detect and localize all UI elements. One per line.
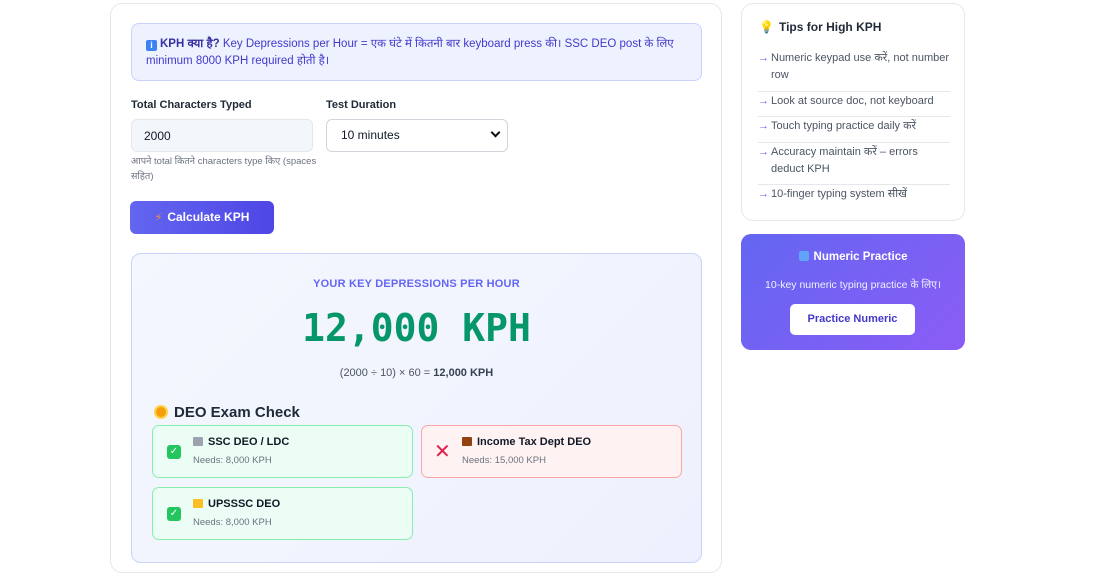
bank-icon [193, 437, 203, 446]
info-box: i KPH क्या है? Key Depressions per Hour =… [131, 23, 702, 81]
duration-label: Test Duration [326, 99, 397, 111]
exam-needs: Needs: 8,000 KPH [193, 517, 272, 528]
tip-item: → Numeric keypad use करें, not number row [758, 50, 950, 84]
check-icon: ✓ [167, 507, 181, 521]
promo-subtitle: 10-key numeric typing practice के लिए। [765, 279, 941, 291]
formula-result: 12,000 KPH [433, 367, 494, 379]
arrow-right-icon: → [758, 146, 769, 158]
tips-card: 💡 Tips for High KPH → Numeric keypad use क… [741, 3, 965, 221]
tip-text: Look at source doc, not keyboard [771, 95, 934, 107]
info-icon: i [146, 40, 157, 51]
exam-name: Income Tax Dept DEO [462, 436, 591, 448]
arrow-right-icon: → [758, 95, 769, 107]
formula-expression: (2000 ÷ 10) × 60 = [339, 367, 434, 379]
lightbulb-icon: 💡 [759, 20, 774, 34]
tip-item: → Accuracy maintain करें – errors deduct … [758, 144, 950, 178]
exam-needs: Needs: 8,000 KPH [193, 455, 272, 466]
exam-name-text: SSC DEO / LDC [208, 436, 290, 448]
promo-title: Numeric Practice [741, 251, 965, 263]
calculate-button[interactable]: ⚡ Calculate KPH [130, 201, 274, 234]
calculate-label: Calculate KPH [167, 210, 250, 224]
chevron-down-icon [490, 127, 501, 138]
exam-card-ssc: ✓ SSC DEO / LDC Needs: 8,000 KPH [152, 425, 413, 478]
lightning-icon: ⚡ [154, 212, 163, 224]
divider [758, 142, 950, 143]
exam-check-title: DEO Exam Check [154, 404, 300, 421]
chars-input[interactable] [131, 119, 313, 152]
exam-name-text: UPSSSC DEO [208, 498, 281, 510]
medal-icon [154, 405, 168, 419]
arrow-right-icon: → [758, 52, 769, 64]
check-icon: ✓ [167, 445, 181, 459]
exam-check-title-text: DEO Exam Check [174, 404, 300, 421]
exam-name: SSC DEO / LDC [193, 436, 289, 448]
info-text: Key Depressions per Hour = एक घंटे में क… [146, 38, 674, 67]
promo-title-text: Numeric Practice [813, 251, 908, 263]
tip-item: → 10-finger typing system सीखें [758, 186, 950, 203]
duration-select[interactable]: 10 minutes [326, 119, 508, 152]
cross-icon: ✕ [434, 441, 451, 463]
chars-hint: आपने total कितने characters type किए (sp… [131, 156, 317, 182]
divider [758, 184, 950, 185]
folder-icon [193, 499, 203, 508]
chars-label: Total Characters Typed [131, 99, 252, 111]
tip-text: Touch typing practice daily करें [771, 120, 917, 132]
duration-selected-value: 10 minutes [341, 128, 400, 142]
exam-card-upsssc: ✓ UPSSSC DEO Needs: 8,000 KPH [152, 487, 413, 540]
practice-numeric-button[interactable]: Practice Numeric [790, 304, 915, 335]
arrow-right-icon: → [758, 120, 769, 132]
info-title: KPH क्या है? [160, 38, 220, 50]
divider [758, 116, 950, 117]
tip-text: Accuracy maintain करें – errors deduct K… [771, 146, 918, 175]
exam-name: UPSSSC DEO [193, 498, 280, 510]
keypad-icon [798, 251, 809, 261]
exam-card-income-tax: ✕ Income Tax Dept DEO Needs: 15,000 KPH [421, 425, 682, 478]
exam-name-text: Income Tax Dept DEO [477, 436, 592, 448]
tip-text: 10-finger typing system सीखें [771, 188, 908, 200]
tip-text: Numeric keypad use करें, not number row [771, 52, 950, 81]
tips-title: 💡 Tips for High KPH [759, 20, 881, 34]
tip-item: → Look at source doc, not keyboard [758, 93, 950, 110]
arrow-right-icon: → [758, 188, 769, 200]
result-card: YOUR KEY DEPRESSIONS PER HOUR 12,000 KPH… [131, 253, 702, 563]
result-value: 12,000 KPH [302, 306, 531, 350]
kph-calculator-card: i KPH क्या है? Key Depressions per Hour =… [110, 3, 722, 573]
divider [758, 91, 950, 92]
result-label: YOUR KEY DEPRESSIONS PER HOUR [313, 278, 520, 290]
tips-title-text: Tips for High KPH [778, 20, 882, 34]
exam-needs: Needs: 15,000 KPH [462, 455, 546, 466]
briefcase-icon [462, 437, 472, 446]
numeric-practice-card: Numeric Practice 10-key numeric typing p… [741, 234, 965, 350]
tip-item: → Touch typing practice daily करें [758, 118, 950, 135]
formula: (2000 ÷ 10) × 60 = 12,000 KPH [132, 367, 701, 379]
